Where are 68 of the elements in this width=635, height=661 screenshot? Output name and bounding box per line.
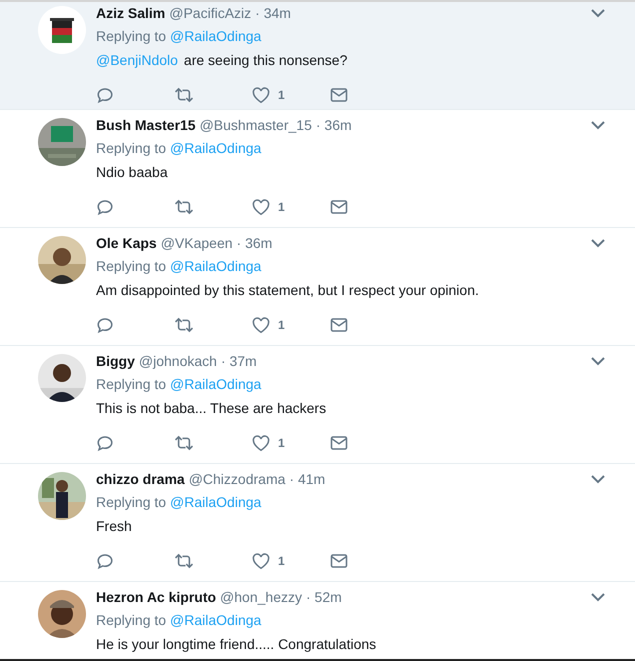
heart-icon[interactable] [252, 316, 270, 334]
user-name[interactable]: Aziz Salim [96, 4, 166, 22]
envelope-icon[interactable] [330, 317, 348, 333]
replying-label: Replying to [96, 493, 166, 511]
mention-link[interactable]: @RailaOdinga [170, 257, 262, 275]
mention-link[interactable]: @RailaOdinga [170, 493, 262, 511]
user-handle[interactable]: @hon_hezzy [220, 588, 302, 606]
tweet-time[interactable]: · 52m [306, 588, 342, 606]
tweet-time[interactable]: · 37m [220, 352, 257, 370]
heart-icon[interactable] [252, 198, 270, 216]
tweet-text: Am disappointed by this statement, but I respect your opinion. [96, 281, 480, 299]
like-count: 1 [278, 553, 285, 570]
user-handle[interactable]: @johnokach [138, 352, 217, 370]
tweet-time[interactable]: · 34m [255, 4, 291, 22]
user-name[interactable]: Ole Kaps [96, 234, 157, 252]
heart-icon[interactable] [252, 552, 270, 570]
chevron-down-icon[interactable] [591, 592, 605, 602]
mention-link[interactable]: @BenjiNdolo [96, 52, 178, 68]
replying-label: Replying to [96, 611, 166, 629]
envelope-icon[interactable] [330, 199, 348, 215]
replying-label: Replying to [96, 257, 166, 275]
reply-icon[interactable] [96, 316, 114, 334]
like-count: 1 [278, 199, 285, 216]
tweet-time[interactable]: · 41m [289, 470, 326, 488]
retweet-icon[interactable] [174, 552, 194, 570]
tweet-text: He is your longtime friend..... Congratulations [96, 635, 378, 653]
user-handle[interactable]: @VKapeen [160, 234, 233, 252]
user-name[interactable]: chizzo drama [96, 470, 185, 488]
retweet-icon[interactable] [174, 316, 194, 334]
retweet-icon[interactable] [174, 434, 194, 452]
reply-icon[interactable] [96, 86, 114, 104]
mention-link[interactable]: @RailaOdinga [170, 375, 262, 393]
user-name[interactable]: Biggy [96, 352, 135, 370]
tweet-time[interactable]: · 36m [316, 116, 352, 134]
replying-label: Replying to [96, 375, 166, 393]
retweet-icon[interactable] [174, 198, 194, 216]
envelope-icon[interactable] [330, 553, 348, 569]
tweet-text: @BenjiNdolo are seeing this nonsense? [96, 51, 348, 69]
replying-label: Replying to [96, 27, 166, 45]
user-handle[interactable]: @PacificAziz [169, 4, 252, 22]
like-count: 1 [278, 87, 285, 104]
envelope-icon[interactable] [330, 87, 348, 103]
reply-icon[interactable] [96, 434, 114, 452]
chevron-down-icon[interactable] [591, 238, 605, 248]
user-name[interactable]: Hezron Ac kipruto [96, 588, 216, 606]
user-name[interactable]: Bush Master15 [96, 116, 196, 134]
chevron-down-icon[interactable] [591, 474, 605, 484]
retweet-icon[interactable] [174, 86, 194, 104]
heart-icon[interactable] [252, 434, 270, 452]
replying-label: Replying to [96, 139, 166, 157]
reply-icon[interactable] [96, 198, 114, 216]
chevron-down-icon[interactable] [591, 356, 605, 366]
like-count: 1 [278, 435, 285, 452]
tweet-text: This is not baba... These are hackers [96, 399, 328, 417]
tweet-time[interactable]: · 36m [236, 234, 272, 252]
reply-icon[interactable] [96, 552, 114, 570]
chevron-down-icon[interactable] [591, 120, 605, 130]
chevron-down-icon[interactable] [591, 8, 605, 18]
tweet-text: Fresh [96, 517, 133, 535]
user-handle[interactable]: @Bushmaster_15 [200, 116, 312, 134]
user-handle[interactable]: @Chizzodrama [188, 470, 286, 488]
mention-link[interactable]: @RailaOdinga [170, 611, 262, 629]
like-count: 1 [278, 317, 285, 334]
tweet-text: Ndio baaba [96, 163, 169, 181]
envelope-icon[interactable] [330, 435, 348, 451]
heart-icon[interactable] [252, 86, 270, 104]
mention-link[interactable]: @RailaOdinga [170, 27, 262, 45]
mention-link[interactable]: @RailaOdinga [170, 139, 262, 157]
